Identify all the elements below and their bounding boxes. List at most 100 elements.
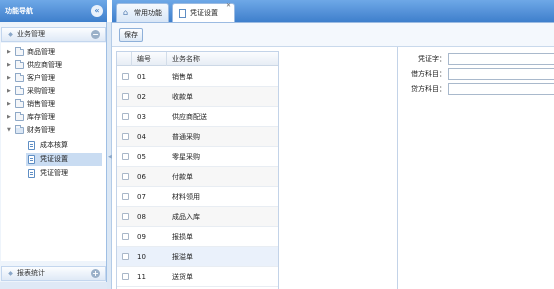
expand-panel-icon[interactable]: + <box>91 269 100 278</box>
column-header-code[interactable]: 编号 <box>132 52 167 66</box>
row-checkbox[interactable] <box>122 153 129 160</box>
tree-node-label: 凭证管理 <box>40 169 68 177</box>
nav-title: 功能导航 <box>5 7 33 15</box>
row-checkbox[interactable] <box>122 233 129 240</box>
splitter-arrow-icon[interactable]: ◀ <box>108 152 112 162</box>
grid-header: 编号 业务名称 <box>117 52 278 66</box>
expand-arrow-icon[interactable]: ▶ <box>7 46 13 59</box>
row-checkbox[interactable] <box>122 113 129 120</box>
cell-code: 07 <box>137 193 146 201</box>
credit-account-label: 贷方科目： <box>411 85 446 93</box>
home-icon: ⌂ <box>123 8 129 17</box>
form-row-credit-account: 贷方科目： <box>398 83 554 95</box>
debit-account-input[interactable] <box>448 68 554 80</box>
panel-report-header[interactable]: ◆ 报表统计 + <box>1 266 106 281</box>
tab-voucher-settings[interactable]: 凭证设置 ✕ <box>172 3 235 22</box>
row-checkbox[interactable] <box>122 133 129 140</box>
tree-node-voucher-management[interactable]: 凭证管理 <box>28 167 100 180</box>
folder-icon <box>15 60 24 69</box>
collapse-arrow-icon[interactable]: ▼ <box>7 124 13 137</box>
header-select-cell[interactable] <box>117 52 132 66</box>
left-navigation: 功能导航 « ◆ 业务管理 − ▶ 商品管理 ▶ 供应商管理 ▶ 客户管理 ▶ … <box>0 0 107 289</box>
row-checkbox[interactable] <box>122 193 129 200</box>
nav-tree: ▶ 商品管理 ▶ 供应商管理 ▶ 客户管理 ▶ 采购管理 ▶ 销售管理 ▶ 库存… <box>1 43 106 261</box>
cell-code: 04 <box>137 133 146 141</box>
row-checkbox[interactable] <box>122 93 129 100</box>
cell-name: 付款单 <box>172 173 193 181</box>
business-grid: 编号 业务名称 01 销售单 02 收款单 03 供应商配送 04 普通采购 0… <box>116 51 279 289</box>
tree-node-label: 财务管理 <box>27 126 55 134</box>
cell-code: 02 <box>137 93 146 101</box>
tree-node-customer[interactable]: ▶ 客户管理 <box>7 72 106 85</box>
tab-common-functions[interactable]: ⌂ 常用功能 <box>116 3 169 22</box>
row-checkbox[interactable] <box>122 253 129 260</box>
nav-header: 功能导航 « <box>0 0 107 22</box>
tree-node-purchase[interactable]: ▶ 采购管理 <box>7 85 106 98</box>
table-row[interactable]: 01 销售单 <box>117 67 278 87</box>
cell-name: 零星采购 <box>172 153 200 161</box>
table-row[interactable]: 02 收款单 <box>117 87 278 107</box>
tree-node-label: 库存管理 <box>27 113 55 121</box>
tree-node-supplier[interactable]: ▶ 供应商管理 <box>7 59 106 72</box>
table-row[interactable]: 07 材料领用 <box>117 187 278 207</box>
form-row-voucher-word: 凭证字： <box>398 53 554 65</box>
table-row[interactable]: 04 普通采购 <box>117 127 278 147</box>
tree-node-label: 商品管理 <box>27 48 55 56</box>
cell-name: 送货单 <box>172 273 193 281</box>
table-row[interactable]: 05 零星采购 <box>117 147 278 167</box>
tree-node-finance[interactable]: ▼ 财务管理 <box>7 124 106 137</box>
cell-name: 成品入库 <box>172 213 200 221</box>
table-row[interactable]: 03 供应商配送 <box>117 107 278 127</box>
expand-arrow-icon[interactable]: ▶ <box>7 59 13 72</box>
row-checkbox[interactable] <box>122 213 129 220</box>
cell-code: 10 <box>137 253 146 261</box>
table-row-selected[interactable]: 10 报溢单 <box>117 247 278 267</box>
tree-node-inventory[interactable]: ▶ 库存管理 <box>7 111 106 124</box>
voucher-word-label: 凭证字： <box>418 55 446 63</box>
voucher-word-input[interactable] <box>448 53 554 65</box>
tree-node-sales[interactable]: ▶ 销售管理 <box>7 98 106 111</box>
close-icon[interactable]: ✕ <box>226 3 232 9</box>
table-row[interactable]: 09 报损单 <box>117 227 278 247</box>
row-checkbox[interactable] <box>122 73 129 80</box>
row-checkbox[interactable] <box>122 273 129 280</box>
tree-node-voucher-settings[interactable]: 凭证设置 <box>26 153 102 166</box>
table-row[interactable]: 11 送货单 <box>117 267 278 287</box>
panel-report-title: 报表统计 <box>17 269 45 277</box>
table-row[interactable]: 06 付款单 <box>117 167 278 187</box>
collapse-panel-icon[interactable]: − <box>91 30 100 39</box>
tree-node-label: 采购管理 <box>27 87 55 95</box>
panel-bullet-icon: ◆ <box>8 270 13 277</box>
folder-icon <box>15 47 24 56</box>
document-icon <box>179 9 186 18</box>
tab-label: 凭证设置 <box>190 9 218 17</box>
double-chevron-left-icon[interactable]: « <box>91 5 103 17</box>
table-row[interactable]: 08 成品入库 <box>117 207 278 227</box>
tree-node-cost-accounting[interactable]: 成本核算 <box>28 139 100 152</box>
column-header-name[interactable]: 业务名称 <box>167 52 278 66</box>
cell-name: 收款单 <box>172 93 193 101</box>
cell-code: 08 <box>137 213 146 221</box>
tree-node-label: 供应商管理 <box>27 61 62 69</box>
panel-business-header[interactable]: ◆ 业务管理 − <box>1 27 106 42</box>
panel-business-title: 业务管理 <box>17 30 45 38</box>
tree-node-label: 客户管理 <box>27 74 55 82</box>
cell-code: 05 <box>137 153 146 161</box>
expand-arrow-icon[interactable]: ▶ <box>7 98 13 111</box>
document-icon <box>28 141 35 150</box>
voucher-settings-form: 凭证字： 借方科目： 贷方科目： <box>397 47 554 289</box>
cell-name: 销售单 <box>172 73 193 81</box>
folder-icon <box>15 73 24 82</box>
expand-arrow-icon[interactable]: ▶ <box>7 85 13 98</box>
document-icon <box>28 155 35 164</box>
row-checkbox[interactable] <box>122 173 129 180</box>
tree-node-goods[interactable]: ▶ 商品管理 <box>7 46 106 59</box>
folder-open-icon <box>15 125 24 134</box>
content-area: 保存 编号 业务名称 01 销售单 02 收款单 03 供应商配送 04 普通采… <box>112 22 554 289</box>
tab-label: 常用功能 <box>134 9 162 17</box>
save-button[interactable]: 保存 <box>119 28 143 42</box>
cell-name: 材料领用 <box>172 193 200 201</box>
expand-arrow-icon[interactable]: ▶ <box>7 72 13 85</box>
expand-arrow-icon[interactable]: ▶ <box>7 111 13 124</box>
credit-account-input[interactable] <box>448 83 554 95</box>
